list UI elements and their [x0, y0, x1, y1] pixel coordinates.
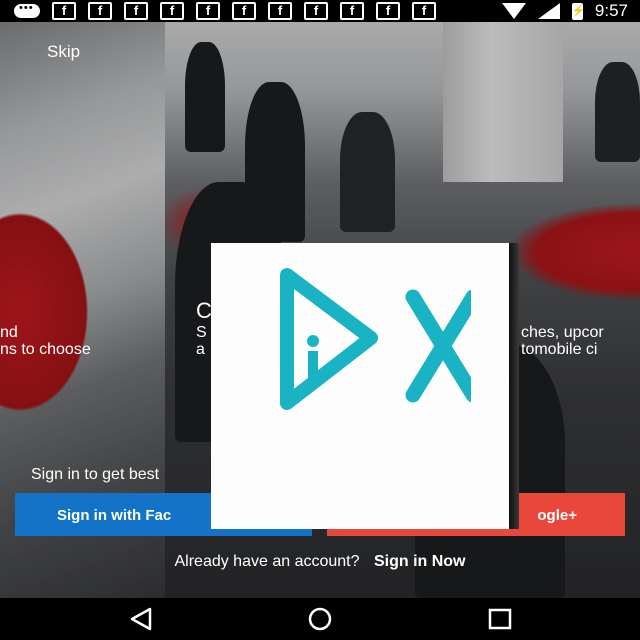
next-slide-line-2: tomobile ci	[521, 341, 598, 358]
photo-person	[245, 82, 305, 242]
status-bar: f f f f f f f f f f f 9:57	[0, 0, 640, 22]
recents-icon[interactable]	[485, 606, 515, 632]
facebook-icon: f	[304, 2, 328, 20]
facebook-icon: f	[268, 2, 292, 20]
facebook-icon: f	[52, 2, 76, 20]
clock: 9:57	[594, 1, 628, 20]
account-prompt: Already have an account?	[174, 553, 360, 570]
photo-person	[340, 112, 395, 232]
photo-person	[185, 42, 225, 152]
previous-slide-line-2: ns to choose	[0, 341, 91, 358]
next-slide-line-1: ches, upcor	[521, 324, 604, 341]
cell-signal-icon	[537, 3, 560, 19]
battery-charging-icon	[571, 2, 586, 20]
app-screen: f f f f f f f f f f f 9:57 Skip nd n	[0, 0, 640, 640]
current-slide-title: C	[196, 298, 212, 323]
navigation-bar	[0, 598, 640, 640]
home-icon[interactable]	[305, 606, 335, 632]
sign-in-now-link[interactable]: Sign in Now	[374, 553, 466, 570]
back-icon[interactable]	[126, 606, 156, 632]
messages-icon	[14, 2, 40, 18]
notification-icons: f f f f f f f f f f f	[0, 2, 436, 20]
skip-button[interactable]: Skip	[47, 42, 80, 62]
facebook-icon: f	[196, 2, 220, 20]
facebook-icon: f	[340, 2, 364, 20]
logo-overlay	[211, 243, 519, 529]
account-row: Already have an account? Sign in Now	[0, 553, 640, 571]
photo-pillar	[443, 22, 563, 182]
photo-person	[595, 62, 640, 162]
previous-slide-line-1: nd	[0, 324, 18, 341]
facebook-icon: f	[124, 2, 148, 20]
current-slide-line-2: a	[196, 341, 205, 358]
facebook-icon: f	[88, 2, 112, 20]
facebook-icon: f	[412, 2, 436, 20]
current-slide-line-1: S	[196, 324, 207, 341]
sign-in-tagline: Sign in to get best	[31, 466, 160, 483]
facebook-icon: f	[160, 2, 184, 20]
facebook-icon: f	[232, 2, 256, 20]
play-x-logo-icon	[280, 268, 471, 410]
system-status: 9:57	[501, 1, 640, 21]
facebook-icon: f	[376, 2, 400, 20]
wifi-icon	[501, 3, 526, 19]
